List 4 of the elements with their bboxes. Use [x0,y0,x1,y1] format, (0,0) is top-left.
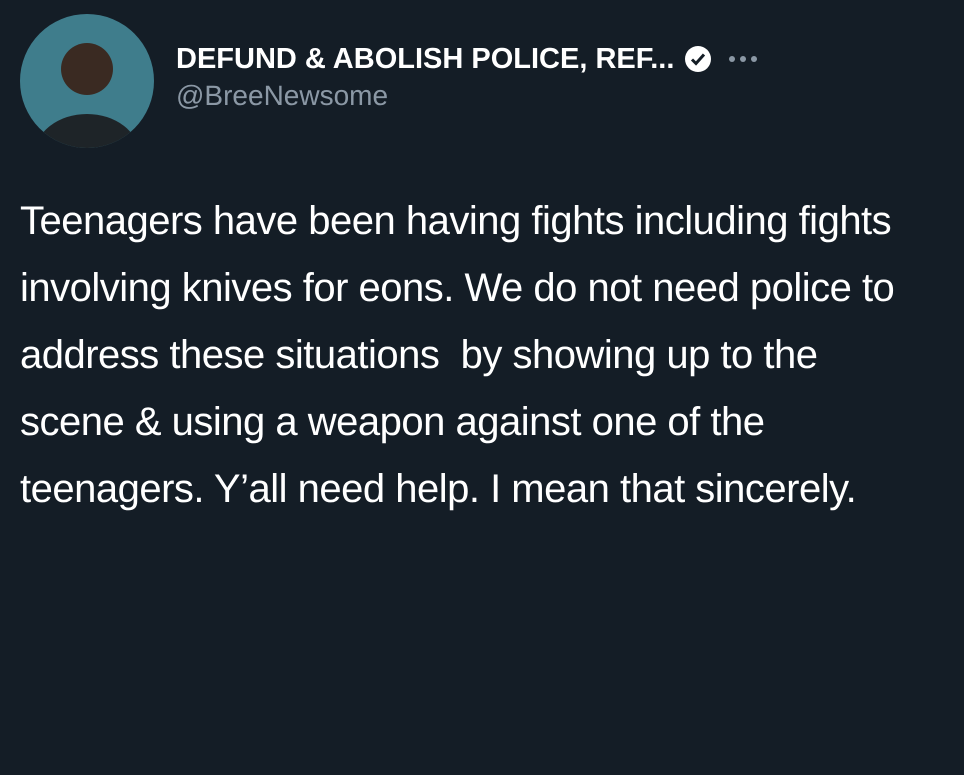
author-handle[interactable]: @BreeNewsome [176,80,964,112]
tweet-text: Teenagers have been having fights including fights involving knives for eons. We do not need police to address these situations by showing up to the scene & using a weapon against one of the teenagers. Y’all need help. I mean that sincerely. [20,198,896,513]
more-icon[interactable] [728,54,758,64]
author-name[interactable]: DEFUND & ABOLISH POLICE, REF... [176,42,674,76]
